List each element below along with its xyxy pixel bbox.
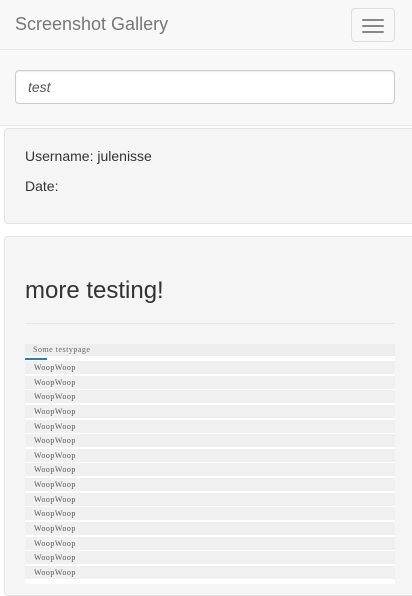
- brand-title[interactable]: Screenshot Gallery: [15, 14, 168, 35]
- username-text: Username: julenisse: [25, 148, 152, 164]
- screenshot-row: WoopWoop: [25, 404, 395, 418]
- post-title: more testing!: [25, 277, 164, 304]
- screenshot-row: WoopWoop: [25, 419, 395, 433]
- search-bar: [0, 50, 412, 126]
- screenshot-row: WoopWoop: [25, 434, 395, 448]
- info-well: Username: julenisse Date:: [4, 128, 412, 224]
- screenshot-row: WoopWoop: [25, 492, 395, 506]
- screenshot-image[interactable]: Some testypage WoopWoop WoopWoop WoopWoop W…: [25, 344, 395, 584]
- screenshot-row: WoopWoop: [25, 361, 395, 374]
- screenshot-list: WoopWoop WoopWoop WoopWoop WoopWoop WoopWoop…: [25, 361, 395, 581]
- screenshot-row: WoopWoop: [25, 565, 395, 579]
- screenshot-row: WoopWoop: [25, 390, 395, 404]
- date-text: Date:: [25, 178, 59, 194]
- screenshot-header-text: Some testypage: [33, 345, 91, 354]
- screenshot-tab-underline: [25, 358, 47, 360]
- navbar: Screenshot Gallery: [0, 0, 412, 50]
- screenshot-row: WoopWoop: [25, 551, 395, 565]
- screenshot-row: WoopWoop: [25, 448, 395, 462]
- post-panel: more testing! Some testypage WoopWoop Woo…: [4, 236, 412, 596]
- divider: [25, 323, 395, 324]
- screenshot-header: Some testypage: [25, 344, 395, 356]
- screenshot-row: WoopWoop: [25, 522, 395, 536]
- screenshot-row: WoopWoop: [25, 507, 395, 521]
- screenshot-row: WoopWoop: [25, 375, 395, 389]
- screenshot-row: WoopWoop: [25, 463, 395, 477]
- screenshot-row: WoopWoop: [25, 478, 395, 492]
- search-input[interactable]: [15, 70, 395, 104]
- menu-toggle-button[interactable]: [351, 8, 395, 42]
- screenshot-row: WoopWoop: [25, 536, 395, 550]
